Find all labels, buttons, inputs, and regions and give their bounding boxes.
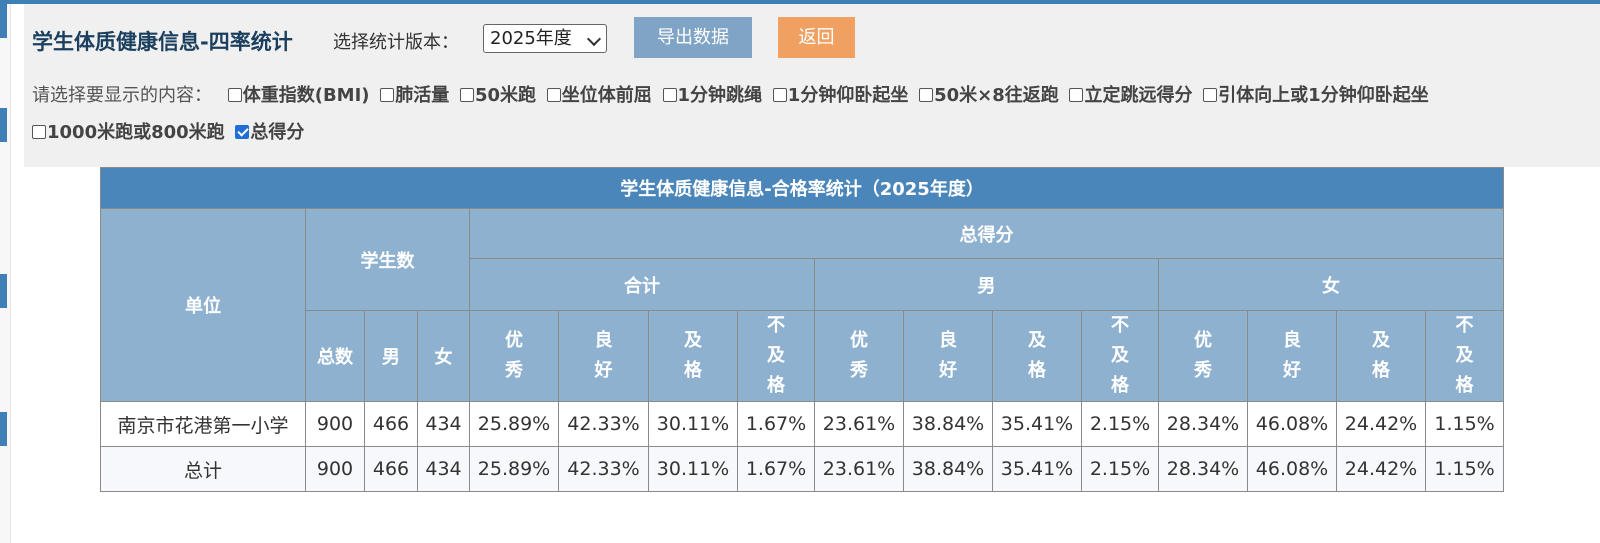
female-count-cell: 434 xyxy=(417,446,470,492)
checkbox[interactable] xyxy=(772,88,787,102)
male-count-cell: 466 xyxy=(364,401,418,447)
option-rope-skipping[interactable]: 1分钟跳绳 xyxy=(662,85,762,106)
rate-cell: 28.34% xyxy=(1158,446,1248,492)
group-male-header: 男 xyxy=(814,258,1159,311)
rate-cell: 28.34% xyxy=(1158,401,1248,447)
option-lung-capacity[interactable]: 肺活量 xyxy=(380,85,449,106)
checkbox[interactable] xyxy=(380,88,395,102)
level-header: 良好 xyxy=(903,310,993,402)
score-header: 总得分 xyxy=(468,208,1505,259)
rate-cell: 23.61% xyxy=(814,401,904,447)
students-header: 学生数 xyxy=(305,208,470,311)
checkbox-checked[interactable] xyxy=(235,125,250,139)
level-header: 及格 xyxy=(1336,310,1426,402)
unit-cell: 总计 xyxy=(100,446,306,492)
level-header: 优秀 xyxy=(469,310,559,402)
option-distance-run[interactable]: 1000米跑或800米跑 xyxy=(32,122,225,143)
options-prompt: 请选择要显示的内容： xyxy=(32,85,212,106)
checkbox[interactable] xyxy=(919,88,934,102)
version-selected-value: 2025年度 xyxy=(490,28,572,49)
sidebar-marker[interactable] xyxy=(0,108,7,142)
option-50m-run[interactable]: 50米跑 xyxy=(460,85,536,106)
total-count-cell: 900 xyxy=(305,401,365,447)
total-count-cell: 900 xyxy=(305,446,365,492)
chevron-down-icon xyxy=(586,31,602,47)
checkbox[interactable] xyxy=(546,88,561,102)
rate-cell: 2.15% xyxy=(1081,401,1159,447)
checkbox[interactable] xyxy=(32,125,46,139)
table-caption: 学生体质健康信息-合格率统计（2025年度） xyxy=(99,167,1505,209)
level-header: 良好 xyxy=(558,310,649,402)
option-long-jump[interactable]: 立定跳远得分 xyxy=(1069,85,1192,106)
page-title: 学生体质健康信息-四率统计 xyxy=(32,30,293,54)
level-header: 优秀 xyxy=(1158,310,1248,402)
export-data-button[interactable]: 导出数据 xyxy=(634,17,752,58)
checkbox[interactable] xyxy=(1203,88,1218,102)
checkbox[interactable] xyxy=(460,88,474,102)
sidebar-marker[interactable] xyxy=(0,412,7,446)
level-header: 不及格 xyxy=(737,310,815,402)
rate-cell: 46.08% xyxy=(1247,446,1337,492)
option-bmi[interactable]: 体重指数(BMI) xyxy=(227,85,370,106)
filter-panel: 学生体质健康信息-四率统计 选择统计版本： 2025年度 导出数据 返回 请选择… xyxy=(24,4,1600,167)
back-button[interactable]: 返回 xyxy=(778,17,855,58)
level-header: 优秀 xyxy=(814,310,904,402)
rate-cell: 24.42% xyxy=(1336,401,1426,447)
rate-cell: 25.89% xyxy=(469,401,559,447)
unit-header: 单位 xyxy=(100,208,306,402)
rate-cell: 1.67% xyxy=(737,401,815,447)
sub-female-header: 女 xyxy=(417,310,470,402)
rate-cell: 30.11% xyxy=(648,401,738,447)
sub-total-header: 总数 xyxy=(305,310,365,402)
group-female-header: 女 xyxy=(1157,258,1505,311)
checkbox[interactable] xyxy=(662,88,677,102)
level-header: 不及格 xyxy=(1424,310,1505,402)
sidebar-marker[interactable] xyxy=(0,274,7,308)
sub-male-header: 男 xyxy=(364,310,418,402)
rate-cell: 25.89% xyxy=(469,446,559,492)
rate-cell: 35.41% xyxy=(992,446,1082,492)
sidebar-marker[interactable] xyxy=(0,4,7,38)
table-row: 南京市花港第一小学 900 466 434 25.89% 42.33% 30.11% 1.67… xyxy=(100,401,1505,447)
option-pull-ups[interactable]: 引体向上或1分钟仰卧起坐 xyxy=(1203,85,1429,106)
option-total-score[interactable]: 总得分 xyxy=(235,122,304,143)
rate-cell: 38.84% xyxy=(903,401,993,447)
rate-cell: 1.67% xyxy=(737,446,815,492)
option-sit-and-reach[interactable]: 坐位体前屈 xyxy=(546,85,652,106)
unit-cell: 南京市花港第一小学 xyxy=(100,401,306,447)
checkbox[interactable] xyxy=(227,88,242,102)
group-total-header: 合计 xyxy=(469,258,815,311)
table-row: 总计 900 466 434 25.89% 42.33% 30.11% 1.67% 23.61%… xyxy=(100,446,1505,492)
version-select[interactable]: 2025年度 xyxy=(483,24,607,53)
rate-cell: 23.61% xyxy=(814,446,904,492)
level-header: 及格 xyxy=(648,310,738,402)
statistics-table: 学生体质健康信息-合格率统计（2025年度） 单位 学生数 总得分 合计 男 女… xyxy=(99,167,1505,492)
option-sit-ups[interactable]: 1分钟仰卧起坐 xyxy=(772,85,908,106)
option-shuttle-run[interactable]: 50米×8往返跑 xyxy=(919,85,1059,106)
rate-cell: 35.41% xyxy=(992,401,1082,447)
display-options: 请选择要显示的内容： 体重指数(BMI) 肺活量 50米跑 坐位体前屈 1分钟跳… xyxy=(32,77,1592,151)
rate-cell: 1.15% xyxy=(1424,446,1505,492)
checkbox[interactable] xyxy=(1069,88,1084,102)
male-count-cell: 466 xyxy=(364,446,418,492)
rate-cell: 46.08% xyxy=(1247,401,1337,447)
rate-cell: 1.15% xyxy=(1424,401,1505,447)
female-count-cell: 434 xyxy=(417,401,470,447)
rate-cell: 2.15% xyxy=(1081,446,1159,492)
level-header: 及格 xyxy=(992,310,1082,402)
level-header: 不及格 xyxy=(1081,310,1159,402)
rate-cell: 24.42% xyxy=(1336,446,1426,492)
rate-cell: 42.33% xyxy=(558,401,649,447)
rate-cell: 30.11% xyxy=(648,446,738,492)
version-label: 选择统计版本： xyxy=(333,32,459,53)
left-sidebar-strip xyxy=(0,4,11,543)
level-header: 良好 xyxy=(1247,310,1337,402)
rate-cell: 38.84% xyxy=(903,446,993,492)
rate-cell: 42.33% xyxy=(558,446,649,492)
